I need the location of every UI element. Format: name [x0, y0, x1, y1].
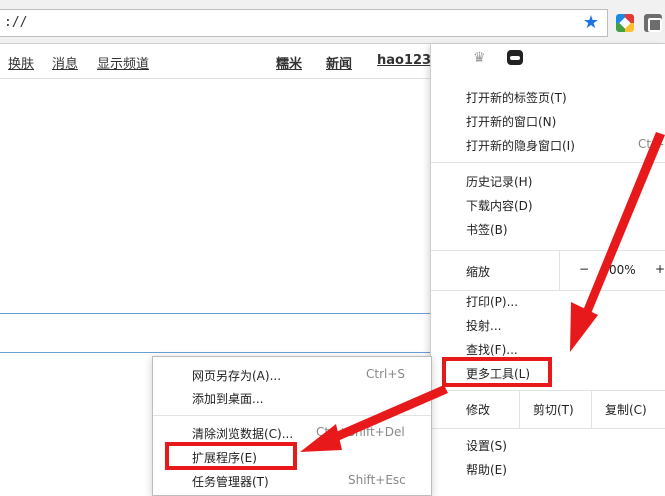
- page-nav: 换肤 消息 显示频道 糯米 新闻 hao123: [0, 45, 431, 79]
- nav-link-nuomi[interactable]: 糯米: [276, 53, 302, 72]
- menu-item-settings[interactable]: 设置(S): [466, 437, 507, 454]
- shortcut-save-page: Ctrl+S: [366, 367, 406, 381]
- menu-item-incognito[interactable]: 打开新的隐身窗口(I): [466, 137, 575, 154]
- menu-item-cast[interactable]: 投射...: [466, 317, 501, 334]
- page-divider: [0, 352, 432, 353]
- menu-item-print[interactable]: 打印(P)...: [466, 293, 518, 310]
- submenu-separator: [153, 415, 431, 416]
- menu-item-help[interactable]: 帮助(E): [466, 461, 507, 478]
- more-tools-submenu: 网页另存为(A)... Ctrl+S 添加到桌面... 清除浏览数据(C)...…: [152, 356, 432, 496]
- nav-link-skin[interactable]: 换肤: [8, 53, 34, 72]
- nav-link-hao123[interactable]: hao123: [377, 53, 431, 68]
- submenu-item-task-manager[interactable]: 任务管理器(T): [192, 473, 269, 490]
- extension-icon[interactable]: [616, 14, 634, 32]
- menu-item-downloads[interactable]: 下载内容(D): [466, 197, 533, 214]
- edit-divider: [591, 390, 592, 428]
- bookmark-star-icon[interactable]: ★: [583, 13, 599, 33]
- zoom-level: 00%: [609, 263, 636, 277]
- incognito-icon[interactable]: [507, 50, 523, 65]
- nav-link-messages[interactable]: 消息: [52, 53, 78, 72]
- menu-separator: [431, 290, 665, 291]
- zoom-label: 缩放: [466, 265, 491, 279]
- menu-separator: [431, 428, 665, 429]
- submenu-item-save-page[interactable]: 网页另存为(A)...: [192, 367, 281, 384]
- submenu-item-add-desktop[interactable]: 添加到桌面...: [192, 390, 263, 407]
- edit-divider: [519, 390, 520, 428]
- nav-link-channels[interactable]: 显示频道: [97, 53, 149, 72]
- toolbar: :// ★: [0, 0, 665, 44]
- address-bar[interactable]: :// ★: [0, 9, 608, 37]
- highlight-extensions: [165, 442, 297, 470]
- menu-item-new-tab[interactable]: 打开新的标签页(T): [466, 89, 567, 106]
- shortcut-task-manager: Shift+Esc: [348, 473, 406, 487]
- url-text: ://: [4, 15, 28, 30]
- menu-header: ♛: [431, 44, 665, 80]
- menu-item-bookmarks[interactable]: 书签(B): [466, 221, 508, 238]
- extension-icon-2[interactable]: [644, 14, 662, 32]
- menu-separator: [431, 162, 665, 163]
- shortcut-clear-data: Ctrl+Shift+Del: [316, 425, 405, 439]
- user-icon[interactable]: ♛: [473, 50, 486, 66]
- zoom-divider: [559, 250, 560, 290]
- copy-button[interactable]: 复制(C): [605, 401, 647, 418]
- page-divider: [0, 313, 432, 314]
- menu-item-history[interactable]: 历史记录(H): [466, 173, 532, 190]
- zoom-row: 缩放 − 00% +: [431, 250, 665, 290]
- shortcut-incognito: Ctrl-: [638, 137, 664, 151]
- nav-link-news[interactable]: 新闻: [326, 53, 352, 72]
- zoom-in-button[interactable]: +: [655, 262, 665, 276]
- highlight-more-tools: [442, 357, 552, 387]
- edit-row: 修改 剪切(T) 复制(C): [431, 390, 665, 428]
- menu-item-find[interactable]: 查找(F)...: [466, 341, 518, 358]
- cut-button[interactable]: 剪切(T): [533, 401, 574, 418]
- menu-item-new-window[interactable]: 打开新的窗口(N): [466, 113, 556, 130]
- chrome-menu: ♛ 打开新的标签页(T) 打开新的窗口(N) 打开新的隐身窗口(I) Ctrl-…: [430, 44, 665, 496]
- zoom-out-button[interactable]: −: [579, 262, 589, 276]
- submenu-item-clear-data[interactable]: 清除浏览数据(C)...: [192, 425, 293, 442]
- edit-label: 修改: [466, 403, 491, 417]
